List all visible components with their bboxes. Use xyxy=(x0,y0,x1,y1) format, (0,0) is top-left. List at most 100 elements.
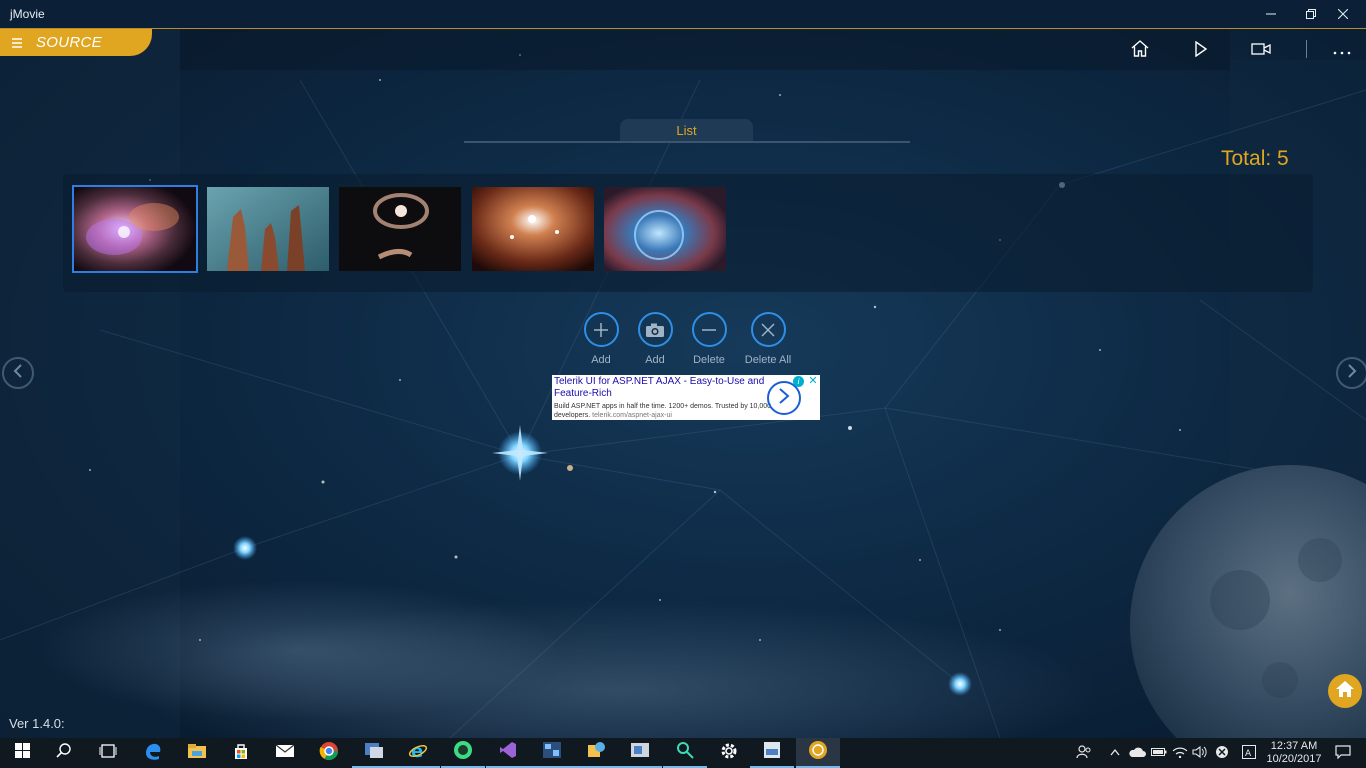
source-label: SOURCE xyxy=(36,34,102,51)
taskbar-android-studio[interactable] xyxy=(441,738,485,768)
android-studio-icon xyxy=(453,740,473,765)
notification-icon xyxy=(1335,744,1351,762)
taskbar-clock[interactable]: 12:37 AM 10/20/2017 xyxy=(1262,738,1326,768)
store-icon xyxy=(232,742,250,765)
x-icon xyxy=(750,312,786,347)
svg-text:e: e xyxy=(411,741,423,760)
ad-body: Build ASP.NET apps in half the time. 120… xyxy=(554,402,774,420)
chevron-up-icon xyxy=(1110,747,1120,759)
ad-url[interactable]: telerik.com/aspnet-ajax-ui xyxy=(592,412,672,419)
file-explorer-icon xyxy=(187,743,207,764)
task-view-button[interactable] xyxy=(86,738,130,768)
taskbar-search-button[interactable] xyxy=(42,738,86,768)
app-icon xyxy=(763,741,781,764)
cloud-icon xyxy=(1128,746,1146,761)
app-icon xyxy=(542,741,562,764)
delete-label: Delete xyxy=(693,354,725,366)
tab-underline xyxy=(464,141,910,143)
taskbar-jmovie[interactable] xyxy=(796,738,840,768)
add-camera-label: Add xyxy=(645,354,665,366)
add-from-camera-button[interactable]: Add xyxy=(625,312,685,366)
taskbar-app-1[interactable] xyxy=(352,738,396,768)
input-language-button[interactable]: A xyxy=(1238,738,1260,768)
people-icon xyxy=(1076,744,1092,762)
taskbar-settings[interactable] xyxy=(707,738,751,768)
chevron-right-icon xyxy=(778,387,790,409)
delete-all-button[interactable]: Delete All xyxy=(738,312,798,366)
show-hidden-icons-button[interactable] xyxy=(1106,738,1124,768)
app-window: jMovie SOURCE List Total: 5 Add Add Dele… xyxy=(0,0,1366,738)
chevron-left-icon xyxy=(13,363,23,383)
internet-explorer-icon: e xyxy=(408,740,428,765)
play-button[interactable] xyxy=(1186,38,1216,64)
taskbar-app-5[interactable] xyxy=(663,738,707,768)
home-icon xyxy=(1131,40,1149,62)
start-button[interactable] xyxy=(0,738,44,768)
search-icon xyxy=(56,742,72,764)
volume-icon xyxy=(1192,745,1208,761)
home-fab-button[interactable] xyxy=(1328,674,1362,708)
taskbar-chrome[interactable] xyxy=(307,738,351,768)
settings-icon xyxy=(720,742,738,765)
close-button[interactable] xyxy=(1320,0,1366,29)
minimize-icon xyxy=(1266,7,1276,22)
taskbar: e A 12:37 AM 10/20/2017 xyxy=(0,738,1366,768)
ad-close-icon[interactable]: ✕ xyxy=(807,375,819,387)
interacting-galaxies-image xyxy=(339,187,461,271)
action-center-button[interactable] xyxy=(1332,738,1354,768)
chrome-icon xyxy=(319,741,339,766)
video-camera-button[interactable] xyxy=(1246,38,1276,64)
next-button[interactable] xyxy=(1336,357,1366,389)
space-background xyxy=(0,0,1366,738)
taskbar-internet-explorer[interactable]: e xyxy=(396,738,440,768)
thumbnail-star-cluster-nebula[interactable] xyxy=(472,187,594,271)
previous-button[interactable] xyxy=(2,357,34,389)
pillars-of-creation-image xyxy=(207,187,329,271)
taskbar-app-2[interactable] xyxy=(530,738,574,768)
taskbar-store[interactable] xyxy=(219,738,263,768)
battery-button[interactable] xyxy=(1149,738,1169,768)
bubble-nebula-image xyxy=(604,187,726,271)
taskbar-file-explorer[interactable] xyxy=(175,738,219,768)
task-view-icon xyxy=(99,743,117,763)
ad-headline[interactable]: Telerik UI for ASP.NET AJAX - Easy-to-Us… xyxy=(554,376,772,400)
taskbar-mail[interactable] xyxy=(263,738,307,768)
taskbar-visual-studio[interactable] xyxy=(486,738,530,768)
home-button[interactable] xyxy=(1125,38,1155,64)
thumbnail-nebula-cluster[interactable] xyxy=(72,185,198,273)
onedrive-button[interactable] xyxy=(1126,738,1148,768)
svg-text:A: A xyxy=(1245,749,1252,759)
minus-icon xyxy=(691,312,727,347)
x-circle-icon xyxy=(1215,745,1229,762)
restore-icon xyxy=(1306,7,1316,22)
ad-banner[interactable]: Telerik UI for ASP.NET AJAX - Easy-to-Us… xyxy=(552,375,820,420)
app-icon xyxy=(586,741,606,764)
tray-status-button[interactable] xyxy=(1212,738,1232,768)
source-tab[interactable]: SOURCE xyxy=(0,29,152,56)
total-count: Total: 5 xyxy=(1221,147,1289,170)
tab-list[interactable]: List xyxy=(620,119,753,142)
taskbar-app-3[interactable] xyxy=(574,738,618,768)
taskbar-app-4[interactable] xyxy=(618,738,662,768)
thumbnail-bubble-nebula[interactable] xyxy=(604,187,726,271)
mail-icon xyxy=(275,744,295,763)
taskbar-edge[interactable] xyxy=(131,738,175,768)
thumbnail-interacting-galaxies[interactable] xyxy=(339,187,461,271)
battery-icon xyxy=(1151,747,1167,760)
window-title: jMovie xyxy=(10,7,45,21)
ad-info-icon[interactable]: i xyxy=(793,376,804,387)
thumbnail-pillars-of-creation[interactable] xyxy=(207,187,329,271)
keyboard-language-icon: A xyxy=(1242,744,1256,762)
volume-button[interactable] xyxy=(1190,738,1210,768)
taskbar-app-6[interactable] xyxy=(750,738,794,768)
add-button[interactable]: Add xyxy=(571,312,631,366)
delete-button[interactable]: Delete xyxy=(679,312,739,366)
add-label: Add xyxy=(591,354,611,366)
wifi-button[interactable] xyxy=(1170,738,1190,768)
app-icon xyxy=(676,741,694,764)
hamburger-icon[interactable] xyxy=(12,35,22,51)
people-button[interactable] xyxy=(1072,738,1096,768)
clock-date: 10/20/2017 xyxy=(1266,753,1322,765)
home-icon xyxy=(1335,680,1355,703)
more-button[interactable] xyxy=(1327,38,1357,64)
